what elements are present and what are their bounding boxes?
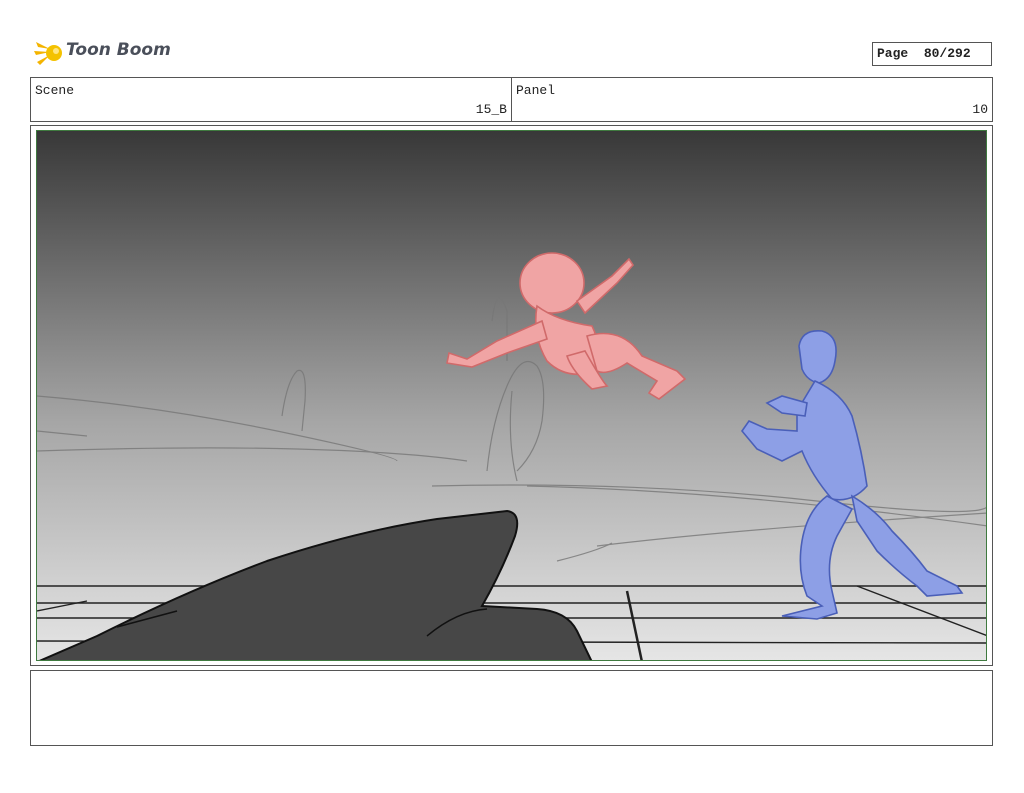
- brand-name: Toon Boom: [66, 40, 171, 60]
- scene-label: Scene: [35, 83, 75, 98]
- page-number: 80/292: [923, 46, 971, 61]
- toon-boom-logo: Toon Boom: [34, 38, 171, 68]
- sketch-canvas: [37, 131, 986, 660]
- storyboard-drawing: [36, 130, 987, 661]
- scene-value: 15_B: [475, 102, 507, 117]
- panel-cell: Panel 10: [512, 78, 992, 121]
- panel-notes: [30, 670, 993, 746]
- page-label: Page: [877, 46, 909, 61]
- panel-header: Scene 15_B Panel 10: [30, 77, 993, 122]
- panel-value: 10: [972, 102, 988, 117]
- panel-label: Panel: [516, 83, 556, 98]
- scene-cell: Scene 15_B: [31, 78, 512, 121]
- comet-icon: [34, 42, 62, 65]
- page-indicator: Page 80/292: [872, 42, 992, 66]
- storyboard-frame: [30, 125, 993, 666]
